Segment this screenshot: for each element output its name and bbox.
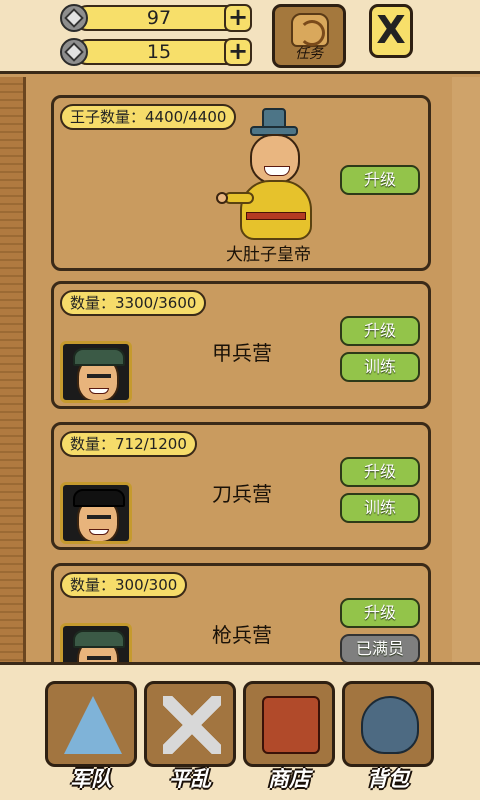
add-silver-button[interactable]: +: [224, 38, 252, 66]
emperor-card: 王子数量：4400/4400 大肚子皇帝 升级: [51, 95, 431, 271]
card-name: 枪兵营: [212, 623, 272, 647]
card-name: 刀兵营: [212, 482, 272, 506]
barracks-card: 数量：3300/3600 甲兵营 升级 训练: [51, 281, 431, 409]
quest-label: 任务: [295, 46, 323, 62]
soldier-portrait: [60, 482, 132, 544]
gold-currency: 97 +: [60, 3, 252, 33]
nav-label: 背包: [367, 767, 409, 791]
card-name: 大肚子皇帝: [226, 245, 311, 265]
bag-icon: [361, 696, 419, 754]
close-button[interactable]: X: [369, 4, 413, 58]
upgrade-button[interactable]: 升级: [340, 316, 420, 346]
shop-icon: [262, 696, 320, 754]
card-name: 甲兵营: [212, 341, 272, 365]
card-count: 数量：300/300: [60, 572, 188, 598]
soldier-portrait: [60, 341, 132, 403]
emperor-figure: [216, 108, 334, 248]
add-gold-button[interactable]: +: [224, 4, 252, 32]
silver-coin-icon: [60, 38, 88, 66]
nav-shop-button[interactable]: [243, 681, 335, 767]
silver-amount: 15: [74, 39, 244, 65]
top-bar: 97 + 15 + 任务 X: [0, 0, 480, 74]
card-count: 数量：3300/3600: [60, 290, 207, 316]
card-count: 王子数量：4400/4400: [60, 104, 237, 130]
nav-label: 军队: [70, 767, 112, 791]
quest-button[interactable]: 任务: [272, 4, 346, 68]
wood-strip: [0, 77, 26, 662]
crossed-swords-icon: [163, 696, 221, 754]
silver-currency: 15 +: [60, 37, 252, 67]
train-button[interactable]: 训练: [340, 352, 420, 382]
gold-amount: 97: [74, 5, 244, 31]
scroll-icon: [291, 13, 329, 47]
upgrade-button[interactable]: 升级: [340, 598, 420, 628]
full-status-button[interactable]: 已满员: [340, 634, 420, 664]
nav-bag-button[interactable]: [342, 681, 434, 767]
nav-label: 商店: [268, 767, 310, 791]
tent-icon: [64, 696, 122, 754]
card-count: 数量：712/1200: [60, 431, 197, 457]
upgrade-button[interactable]: 升级: [340, 457, 420, 487]
gold-coin-icon: [60, 4, 88, 32]
train-button[interactable]: 训练: [340, 493, 420, 523]
barracks-card: 数量：300/300 枪兵营 升级 已满员: [51, 563, 431, 685]
nav-battle-button[interactable]: [144, 681, 236, 767]
nav-army-button[interactable]: [45, 681, 137, 767]
nav-label: 平乱: [169, 767, 211, 791]
bottom-nav: 军队 平乱 商店 背包: [0, 662, 480, 800]
barracks-card: 数量：712/1200 刀兵营 升级 训练: [51, 422, 431, 550]
upgrade-button[interactable]: 升级: [340, 165, 420, 195]
background-panel: [452, 77, 480, 662]
